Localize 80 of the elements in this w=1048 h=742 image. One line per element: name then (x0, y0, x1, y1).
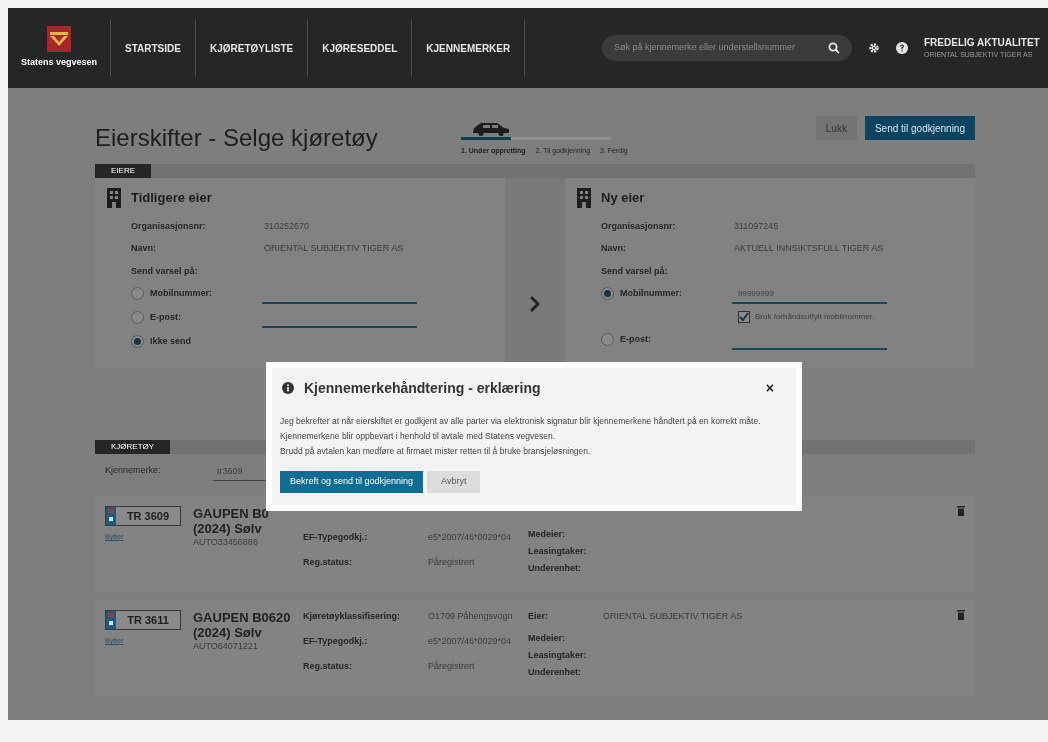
plate-number: TR 3609 (125, 508, 171, 524)
radio-label[interactable]: E-post: (150, 310, 262, 325)
progress-fill (461, 136, 511, 140)
dialog-text: Jeg bekrefter at når eierskiftet er godkjent av alle parter via elektronisk signatur blir kjennemerkene håndtert på en korrekt måte. (280, 415, 762, 428)
page-title: Eierskifter - Selge kjøretøy (95, 123, 379, 153)
party-label: Medeier: (528, 528, 566, 541)
plate-number: TR 3611 (126, 612, 170, 628)
search-icon (828, 42, 840, 54)
dialog-text: Kjennemerkene blir oppbevart i henhold til avtale med Statens vegvesen. (280, 430, 556, 443)
nav-link[interactable]: KJØRETØYLISTE (194, 20, 308, 76)
section-label: KJØRETØY (95, 440, 171, 454)
field-value: AKTUELL INNSIKTSFULL TIGER AS (734, 241, 884, 255)
radio-label[interactable]: Ikke send (150, 334, 262, 349)
party-label: Leasingtaker: (528, 649, 588, 662)
dialog-text: Brudd på avtalen kan medføre at firmaet mister retten til å bruke bransjeløsningen. (280, 445, 592, 458)
radio-button[interactable] (131, 311, 144, 324)
radio-button[interactable] (601, 287, 614, 300)
vehicle-year-color: (2024) Sølv (193, 625, 263, 640)
info-icon (282, 382, 294, 394)
party-label: Eier: (528, 610, 549, 623)
field-label: Navn: (131, 241, 157, 255)
building-icon (577, 188, 591, 208)
field-value: 311097245 (734, 219, 779, 233)
party-label: Underenhet: (528, 666, 582, 679)
party-label: Medeier: (528, 632, 566, 645)
send-button[interactable]: Send til godkjenning (864, 116, 975, 140)
building-icon (107, 188, 121, 208)
vehicle-id: AUTO33456886 (193, 536, 259, 549)
detail-value: e5*2007/46*0029*04 (428, 531, 512, 544)
checkbox[interactable] (738, 310, 750, 323)
trash-icon (957, 610, 965, 620)
dialog-title: Kjennemerkehåndtering - erklæring (304, 378, 541, 398)
nav-link[interactable]: KJØRESEDDEL (307, 20, 412, 76)
detail-label: EF-Typegodkj.: (303, 635, 369, 648)
detail-label: EF-Typegodkj.: (303, 531, 369, 544)
vehicle-id: AUTO64071221 (193, 640, 259, 653)
crest-icon (44, 26, 74, 53)
logo-text: Statens vegvesen (20, 56, 97, 70)
field-label: Navn: (601, 241, 627, 255)
owner-title: Tidligere eier (131, 189, 213, 207)
radio-label[interactable]: Mobilnummer: (620, 286, 732, 301)
radio-button[interactable] (131, 287, 144, 300)
filter-label: Kjennemerke: (105, 464, 162, 478)
field-label: Organisasjonsnr: (131, 219, 207, 233)
cancel-button[interactable]: Avbryt (427, 471, 481, 493)
field-label: Organisasjonsnr: (601, 219, 677, 233)
chevron-right-icon (530, 296, 540, 312)
vehicle-model: GAUPEN B0620 (193, 610, 292, 625)
field-label: Send varsel på: (131, 264, 199, 278)
vehicle-year-color: (2024) Sølv (193, 521, 263, 536)
field-value: 310252670 (264, 219, 310, 233)
party-label: Underenhet: (528, 562, 582, 575)
party-value: ORIENTAL SUBJEKTIV TIGER AS (603, 610, 743, 623)
nav-link[interactable]: KJENNEMERKER (411, 20, 525, 76)
radio-label[interactable]: E-post: (620, 332, 732, 347)
confirm-button[interactable]: Bekreft og send til godkjenning (280, 471, 424, 493)
radio-button[interactable] (131, 335, 144, 348)
radio-button[interactable] (601, 333, 614, 346)
detail-label: Reg.status: (303, 556, 353, 569)
detail-label: Kjøretøyklassifisering: (303, 610, 402, 623)
detail-label: Reg.status: (303, 660, 353, 673)
user-name[interactable]: FREDELIG AKTUALITET (924, 35, 1048, 51)
field-label: Send varsel på: (601, 264, 669, 278)
radio-label[interactable]: Mobilnummer: (150, 286, 262, 301)
trash-icon (957, 506, 965, 516)
close-button[interactable]: Lukk (815, 116, 857, 140)
detail-value: O1709 Påhengsvogn (428, 610, 513, 623)
section-label: EIERE (95, 164, 151, 178)
close-button[interactable]: × (765, 381, 774, 395)
settings-icon (868, 42, 880, 54)
party-label: Leasingtaker: (528, 545, 588, 558)
nav-link[interactable]: STARTSIDE (110, 20, 195, 76)
help-icon (896, 42, 908, 54)
field-value: ORIENTAL SUBJEKTIV TIGER AS (264, 241, 404, 255)
owner-title: Ny eier (601, 189, 646, 207)
detail-value: e5*2007/46*0029*04 (428, 635, 512, 648)
vehicle-model: GAUPEN B0 (193, 506, 270, 521)
search-field[interactable]: Søk på kjennemerke eller understellsnummer (602, 35, 852, 61)
detail-value: Påregistrert (428, 660, 475, 673)
detail-value: Påregistrert (428, 556, 475, 569)
